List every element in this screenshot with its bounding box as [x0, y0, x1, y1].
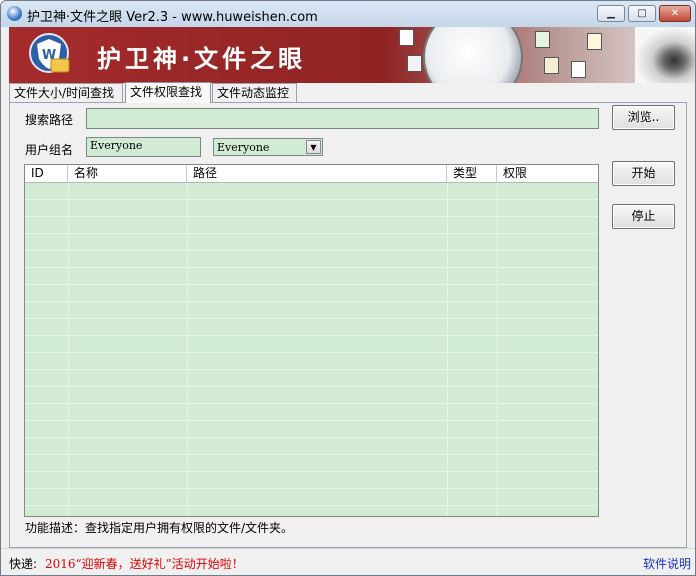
- header-banner: W 护卫神·文件之眼: [9, 27, 695, 83]
- column-header-permission[interactable]: 权限: [497, 165, 598, 182]
- tab-size-time-search[interactable]: 文件大小/时间查找: [9, 83, 123, 102]
- shield-folder-logo-icon: W: [29, 33, 70, 73]
- maximize-button[interactable]: □: [628, 5, 656, 22]
- help-link[interactable]: 软件说明: [643, 555, 691, 572]
- user-group-select[interactable]: Everyone ▼: [213, 138, 323, 156]
- window-title: 护卫神·文件之眼 Ver2.3 - www.huweishen.com: [27, 10, 318, 25]
- minimize-button[interactable]: ▁: [597, 5, 625, 22]
- folder-file-icon: [587, 33, 602, 50]
- results-table[interactable]: ID 名称 路径 类型 权限: [24, 164, 599, 517]
- banner-title: 护卫神·文件之眼: [97, 45, 307, 73]
- title-bar[interactable]: 护卫神·文件之眼 Ver2.3 - www.huweishen.com ▁ □ …: [1, 1, 695, 27]
- status-bar: 快递: 2016“迎新春，送好礼”活动开始啦！ 软件说明: [1, 548, 695, 575]
- minimize-icon: ▁: [607, 8, 615, 19]
- function-description: 功能描述：查找指定用户拥有权限的文件/文件夹。: [25, 521, 294, 535]
- table-header: ID 名称 路径 类型 权限: [25, 165, 598, 183]
- close-button[interactable]: ✕: [659, 5, 691, 22]
- app-icon: [7, 6, 22, 21]
- column-divider: [497, 183, 498, 516]
- tab-dynamic-monitor[interactable]: 文件动态监控: [212, 83, 297, 102]
- tab-label: 文件大小/时间查找: [14, 86, 115, 100]
- tab-label: 文件权限查找: [130, 85, 203, 99]
- eye-graphic: [635, 27, 695, 83]
- column-divider: [187, 183, 188, 516]
- column-header-id[interactable]: ID: [25, 165, 68, 182]
- browse-button[interactable]: 浏览..: [612, 105, 675, 130]
- magnifier-graphic: [423, 27, 523, 83]
- main-window: 护卫神·文件之眼 Ver2.3 - www.huweishen.com ▁ □ …: [0, 0, 696, 576]
- image-file-icon: [544, 57, 559, 74]
- search-path-input[interactable]: [86, 108, 599, 129]
- column-header-type[interactable]: 类型: [447, 165, 497, 182]
- tab-permission-search[interactable]: 文件权限查找: [125, 82, 211, 103]
- close-icon: ✕: [670, 8, 680, 19]
- column-header-name[interactable]: 名称: [68, 165, 187, 182]
- tab-label: 文件动态监控: [217, 86, 290, 100]
- user-group-label: 用户组名: [25, 143, 74, 157]
- music-file-icon: [407, 55, 422, 72]
- search-path-label: 搜索路径: [25, 113, 74, 127]
- news-label: 快递:: [9, 557, 38, 571]
- user-group-input[interactable]: Everyone: [86, 137, 201, 157]
- text-file-icon: [571, 61, 586, 78]
- start-button[interactable]: 开始: [612, 161, 675, 186]
- user-group-select-value: Everyone: [217, 141, 270, 154]
- news-ticker[interactable]: 2016“迎新春，送好礼”活动开始啦！: [45, 555, 244, 572]
- column-divider: [68, 183, 69, 516]
- gear-file-icon: [535, 31, 550, 48]
- column-header-path[interactable]: 路径: [187, 165, 447, 182]
- column-divider: [447, 183, 448, 516]
- document-icon: [399, 29, 414, 46]
- stop-button[interactable]: 停止: [612, 204, 675, 229]
- maximize-icon: □: [637, 8, 647, 19]
- table-body: [25, 183, 598, 516]
- chevron-down-icon[interactable]: ▼: [306, 140, 321, 154]
